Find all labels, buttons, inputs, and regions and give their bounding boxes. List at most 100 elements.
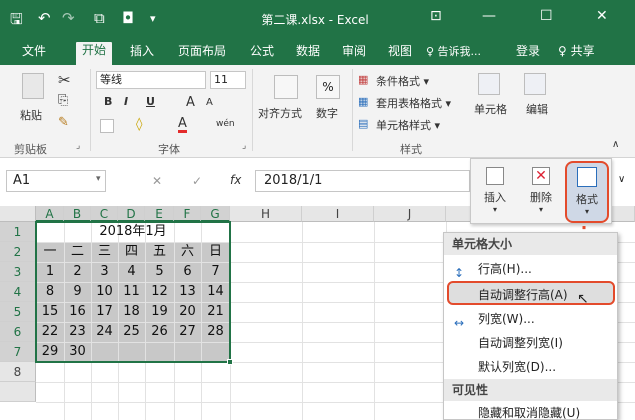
tab-file[interactable]: 文件 [22,43,46,65]
tell-me-search[interactable]: ♀ 告诉我... [426,43,481,65]
date-cell[interactable] [201,342,230,362]
cells-icon[interactable] [478,73,500,95]
close-button[interactable]: ✕ [596,8,608,24]
cut-icon[interactable]: ✂ [58,71,71,89]
minimize-button[interactable]: — [482,8,496,24]
format-cells-button[interactable]: 格式 ▾ [565,161,609,223]
date-cell[interactable] [174,342,201,362]
date-cell[interactable] [91,342,118,362]
editing-button[interactable]: 编辑 [526,101,548,117]
camera-icon[interactable]: ◘ [122,9,134,27]
weekday-cell[interactable]: 日 [201,242,230,262]
ribbon-display-icon[interactable]: ⊡ [430,8,442,24]
copy-icon[interactable]: ⎘ [58,93,68,108]
chevron-down-icon[interactable]: ▾ [96,174,101,184]
alignment-button[interactable]: 对齐方式 [258,105,302,121]
date-cell[interactable]: 19 [145,302,174,322]
column-header[interactable]: I [302,206,374,222]
column-header[interactable]: D [118,206,145,222]
date-cell[interactable]: 15 [36,302,64,322]
name-box[interactable]: A1 [6,170,106,192]
tab-view[interactable]: 视图 [388,43,412,65]
borders-icon[interactable] [100,119,114,133]
search-icon[interactable] [524,73,546,95]
share-button[interactable]: ♀ 共享 [558,43,595,65]
date-cell[interactable]: 14 [201,282,230,302]
date-cell[interactable]: 26 [145,322,174,342]
row-header[interactable]: 5 [0,302,36,322]
tab-insert[interactable]: 插入 [130,43,154,65]
menu-item-column-width[interactable]: ↔ 列宽(W)... [444,307,617,331]
print-preview-icon[interactable]: ⧉ [94,9,105,27]
weekday-cell[interactable]: 四 [118,242,145,262]
calendar-title[interactable]: 2018年1月 [36,222,230,242]
date-cell[interactable]: 27 [174,322,201,342]
date-cell[interactable]: 1 [36,262,64,282]
column-header[interactable]: F [174,206,201,222]
date-cell[interactable]: 4 [118,262,145,282]
date-cell[interactable]: 21 [201,302,230,322]
italic-button[interactable]: I [124,95,128,108]
cells-button[interactable]: 单元格 [474,101,507,117]
insert-cells-button[interactable]: 插入 ▾ [475,163,515,221]
date-cell[interactable]: 29 [36,342,64,362]
login-link[interactable]: 登录 [516,43,540,65]
date-cell[interactable]: 9 [64,282,91,302]
shrink-font-button[interactable]: A [206,97,213,108]
row-header[interactable]: 7 [0,342,36,362]
format-painter-icon[interactable]: ✎ [58,115,69,130]
formula-input[interactable]: 2018/1/1 [255,170,470,192]
bold-button[interactable]: B [104,95,112,108]
weekday-cell[interactable]: 一 [36,242,64,262]
date-cell[interactable]: 3 [91,262,118,282]
conditional-format-button[interactable]: 条件格式 ▾ [376,73,429,89]
row-header[interactable]: 2 [0,242,36,262]
save-icon[interactable]: 🖫 [10,9,23,34]
row-header[interactable]: 4 [0,282,36,302]
weekday-cell[interactable]: 五 [145,242,174,262]
date-cell[interactable]: 5 [145,262,174,282]
weekday-cell[interactable]: 三 [91,242,118,262]
tab-data[interactable]: 数据 [296,43,320,65]
font-size-combo[interactable]: 11 [210,71,246,89]
tab-review[interactable]: 审阅 [342,43,366,65]
date-cell[interactable]: 18 [118,302,145,322]
menu-item-default-width[interactable]: 默认列宽(D)... [444,355,617,379]
menu-item-autofit-row-height[interactable]: 自动调整行高(A) ↖ [447,281,615,307]
collapse-ribbon-icon[interactable]: ∧ [612,139,619,150]
number-button[interactable]: 数字 [316,105,338,121]
table-format-icon[interactable]: ▦ [358,95,368,108]
phonetic-icon[interactable]: wén [216,119,235,129]
cancel-icon[interactable]: ✕ [152,174,162,188]
date-cell[interactable]: 2 [64,262,91,282]
undo-icon[interactable]: ↶ [38,9,51,27]
date-cell[interactable] [145,342,174,362]
column-header[interactable]: E [145,206,174,222]
date-cell[interactable]: 16 [64,302,91,322]
dialog-launcher-icon[interactable]: ⌟ [242,141,246,151]
insert-function-icon[interactable]: fx [230,173,241,187]
date-cell[interactable]: 22 [36,322,64,342]
weekday-cell[interactable]: 六 [174,242,201,262]
date-cell[interactable]: 28 [201,322,230,342]
column-header[interactable]: J [374,206,446,222]
font-color-icon[interactable]: A [178,117,187,133]
date-cell[interactable]: 10 [91,282,118,302]
column-header[interactable]: A [36,206,64,222]
date-cell[interactable]: 7 [201,262,230,282]
date-cell[interactable]: 11 [118,282,145,302]
cell-styles-icon[interactable]: ▤ [358,117,368,130]
underline-button[interactable]: U [146,95,155,108]
date-cell[interactable]: 23 [64,322,91,342]
alignment-icon[interactable] [274,75,298,99]
expand-formula-icon[interactable]: ∨ [618,174,625,185]
font-name-combo[interactable]: 等线 [96,71,206,89]
column-header[interactable]: G [201,206,230,222]
date-cell[interactable]: 8 [36,282,64,302]
column-header[interactable]: B [64,206,91,222]
tab-home[interactable]: 开始 [76,42,113,65]
date-cell[interactable]: 30 [64,342,91,362]
date-cell[interactable]: 12 [145,282,174,302]
grow-font-button[interactable]: A [186,95,195,110]
row-header[interactable]: 6 [0,322,36,342]
